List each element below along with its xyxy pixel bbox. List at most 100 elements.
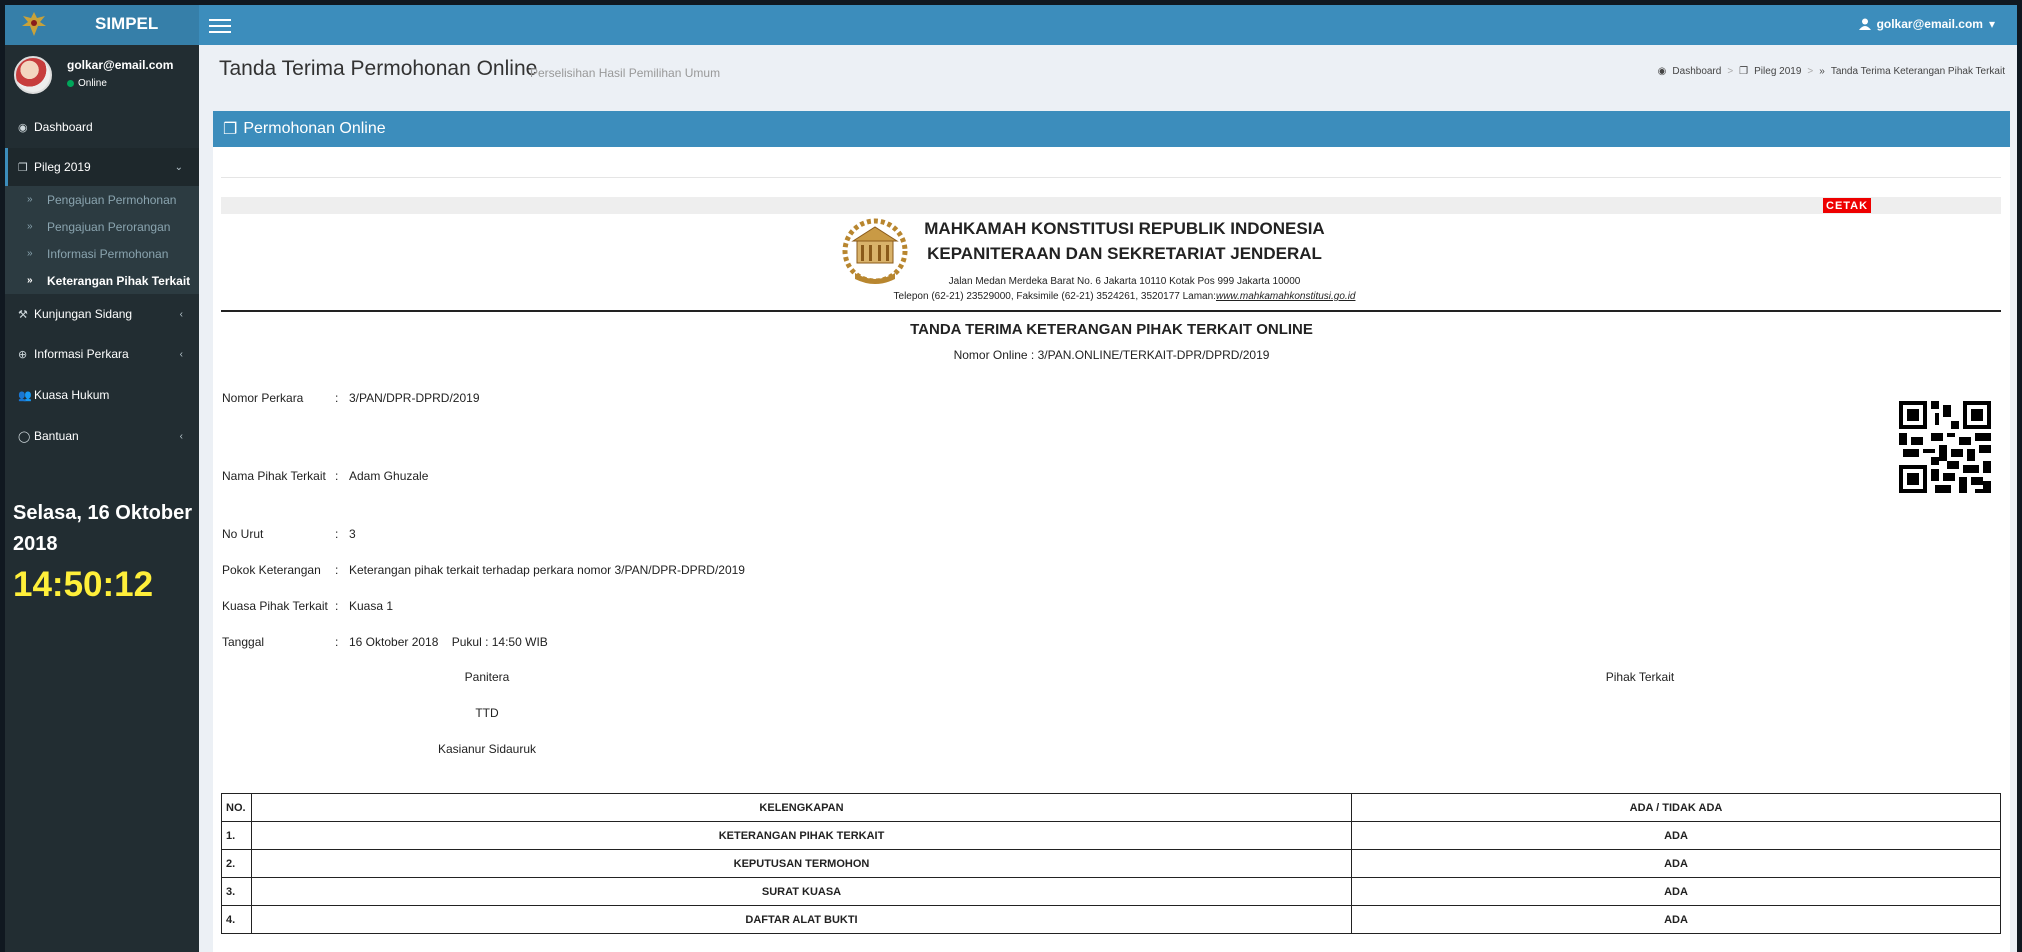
- field-colon: :: [335, 599, 339, 613]
- table-cell: KETERANGAN PIHAK TERKAIT: [251, 821, 1352, 850]
- table-row: 2. KEPUTUSAN TERMOHON ADA: [221, 849, 2001, 878]
- letterhead-address: Jalan Medan Merdeka Barat No. 6 Jakarta …: [948, 276, 1301, 287]
- letterhead-rule: [221, 310, 2001, 312]
- sidebar-item-label: Dashboard: [34, 120, 93, 134]
- field-colon: :: [335, 527, 339, 541]
- app-window: SIMPEL golkar@email.com ▾ golkar@email.c…: [5, 5, 2017, 952]
- column-header: NO.: [221, 793, 252, 822]
- field-value: Kuasa 1: [349, 599, 394, 613]
- sidebar-user-email: golkar@email.com: [67, 58, 174, 72]
- table-cell: 2.: [221, 849, 252, 878]
- website-link[interactable]: www.mahkamahkonstitusi.go.id: [1216, 291, 1356, 302]
- field-nomor-perkara: Nomor Perkara : 3/PAN/DPR-DPRD/2019: [222, 391, 480, 405]
- sidebar-item-dashboard[interactable]: ◉ Dashboard: [5, 108, 199, 146]
- field-label: Nomor Perkara: [222, 391, 304, 405]
- page-title: Tanda Terima Permohonan Online: [219, 57, 538, 80]
- qr-code-icon: [1899, 401, 1991, 493]
- table-cell: SURAT KUASA: [251, 877, 1352, 906]
- sidebar-toggle-icon[interactable]: [209, 15, 231, 35]
- signature-left-name: Kasianur Sidauruk: [437, 742, 537, 756]
- copy-icon: ❐: [1739, 66, 1749, 77]
- receipt-document: CETAK MAHKAMAH KONSTITUSI REPUBLIK INDON…: [213, 147, 2010, 952]
- table-row: 3. SURAT KUASA ADA: [221, 877, 2001, 906]
- field-label: Kuasa Pihak Terkait: [222, 599, 328, 613]
- search-plus-icon: ⊕: [18, 348, 28, 361]
- sidebar-item-label: Informasi Perkara: [34, 347, 129, 361]
- submenu-label: Informasi Permohonan: [47, 246, 169, 261]
- current-date: Selasa, 16 Oktober 2018: [13, 502, 192, 555]
- signature-left-role: Panitera: [464, 670, 510, 684]
- double-angle-right-icon: »: [27, 248, 33, 259]
- table-cell: ADA: [1351, 821, 2001, 850]
- app-name: SIMPEL: [95, 14, 159, 33]
- table-cell: KEPUTUSAN TERMOHON: [251, 849, 1352, 878]
- box-title: Permohonan Online: [243, 120, 386, 137]
- field-label: No Urut: [222, 527, 264, 541]
- breadcrumb: ◉ Dashboard > ❐ Pileg 2019 > » Tanda Ter…: [1658, 66, 2005, 77]
- top-navbar: SIMPEL golkar@email.com ▾: [5, 5, 2017, 45]
- user-panel: golkar@email.com Online: [5, 45, 199, 103]
- user-icon: [1858, 18, 1871, 30]
- breadcrumb-separator: >: [1807, 66, 1814, 77]
- print-bar: [221, 197, 2001, 214]
- table-cell: 3.: [221, 877, 252, 906]
- breadcrumb-dashboard[interactable]: Dashboard: [1672, 66, 1721, 77]
- field-label: Pokok Keterangan: [222, 563, 321, 577]
- field-pokok-keterangan: Pokok Keterangan : Keterangan pihak terk…: [222, 563, 745, 577]
- sidebar-item-label: Bantuan: [34, 429, 79, 443]
- box-header: ❐ Permohonan Online: [213, 111, 2010, 147]
- field-kuasa-pihak-terkait: Kuasa Pihak Terkait : Kuasa 1: [222, 599, 393, 613]
- field-value: 3/PAN/DPR-DPRD/2019: [349, 391, 480, 405]
- signature-right-role: Pihak Terkait: [1605, 670, 1675, 684]
- breadcrumb-separator: >: [1727, 66, 1734, 77]
- field-colon: :: [335, 563, 339, 577]
- submenu-label: Pengajuan Perorangan: [47, 219, 171, 234]
- sidebar-item-informasi-perkara[interactable]: ⊕ Informasi Perkara ‹: [5, 335, 199, 373]
- online-dot-icon: [67, 80, 74, 87]
- logo-area[interactable]: SIMPEL: [5, 5, 199, 45]
- field-colon: :: [335, 469, 339, 483]
- field-tanggal: Tanggal : 16 Oktober 2018 Pukul : 14:50 …: [222, 635, 548, 649]
- sidebar-item-bantuan[interactable]: ◯ Bantuan ‹: [5, 417, 199, 455]
- user-menu-dropdown[interactable]: golkar@email.com ▾: [1858, 17, 1995, 31]
- table-header-row: NO. KELENGKAPAN ADA / TIDAK ADA: [221, 793, 2001, 822]
- double-angle-right-icon: »: [27, 194, 33, 205]
- submenu-pengajuan-permohonan[interactable]: » Pengajuan Permohonan: [5, 186, 199, 213]
- field-no-urut: No Urut : 3: [222, 527, 356, 541]
- sidebar-item-kunjungan-sidang[interactable]: ⚒ Kunjungan Sidang ‹: [5, 295, 199, 333]
- gavel-icon: ⚒: [18, 308, 28, 321]
- chevron-left-icon: ‹: [179, 430, 183, 442]
- sidebar-item-label: Pileg 2019: [34, 160, 91, 174]
- field-nama-pihak-terkait: Nama Pihak Terkait : Adam Ghuzale: [222, 469, 428, 483]
- submenu-label: Pengajuan Permohonan: [47, 192, 177, 207]
- field-value: 3: [349, 527, 356, 541]
- double-angle-right-icon: »: [1819, 66, 1825, 77]
- breadcrumb-current: Tanda Terima Keterangan Pihak Terkait: [1830, 66, 2005, 77]
- table-cell: 1.: [221, 821, 252, 850]
- print-button[interactable]: CETAK: [1823, 198, 1872, 213]
- field-value: Keterangan pihak terkait terhadap perkar…: [349, 563, 745, 577]
- kelengkapan-table: NO. KELENGKAPAN ADA / TIDAK ADA 1. KETER…: [221, 793, 2001, 934]
- users-icon: 👥: [18, 389, 32, 402]
- divider: [221, 177, 2001, 178]
- garuda-logo-icon: [22, 12, 46, 36]
- letterhead-line1: MAHKAMAH KONSTITUSI REPUBLIK INDONESIA: [924, 219, 1325, 238]
- status-label: Online: [78, 78, 107, 89]
- letterhead-line2: KEPANITERAAN DAN SEKRETARIAT JENDERAL: [927, 244, 1322, 263]
- chevron-down-icon: ⌄: [174, 161, 183, 173]
- table-cell: ADA: [1351, 849, 2001, 878]
- sidebar-item-kuasa-hukum[interactable]: 👥 Kuasa Hukum: [5, 376, 199, 414]
- chevron-left-icon: ‹: [179, 348, 183, 360]
- sidebar-item-label: Kuasa Hukum: [34, 388, 110, 402]
- sidebar-item-pileg-2019[interactable]: ❐ Pileg 2019 ⌄: [5, 148, 199, 186]
- contact-text: Telepon (62-21) 23529000, Faksimile (62-…: [893, 291, 1216, 302]
- submenu-informasi-permohonan[interactable]: » Informasi Permohonan: [5, 240, 199, 267]
- submenu-keterangan-pihak-terkait[interactable]: » Keterangan Pihak Terkait: [5, 267, 199, 294]
- double-angle-right-icon: »: [27, 275, 33, 286]
- pileg-submenu: » Pengajuan Permohonan » Pengajuan Peror…: [5, 186, 199, 294]
- comment-icon: ◯: [18, 430, 31, 443]
- breadcrumb-pileg-2019[interactable]: Pileg 2019: [1754, 66, 1801, 77]
- dashboard-icon: ◉: [1657, 66, 1667, 77]
- submenu-pengajuan-perorangan[interactable]: » Pengajuan Perorangan: [5, 213, 199, 240]
- table-row: 1. KETERANGAN PIHAK TERKAIT ADA: [221, 821, 2001, 850]
